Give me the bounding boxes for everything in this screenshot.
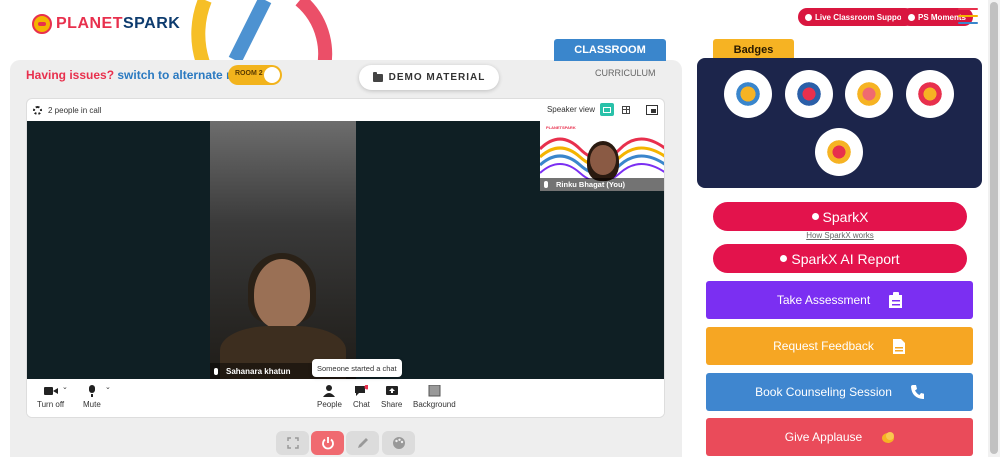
- main-video-tile[interactable]: Sahanara khatun: [210, 121, 356, 379]
- people-button[interactable]: People: [317, 385, 342, 409]
- camera-icon: [43, 387, 58, 395]
- tab-curriculum[interactable]: CURRICULUM: [595, 68, 656, 78]
- picture-in-picture-icon[interactable]: [646, 104, 658, 115]
- palette-icon: [392, 437, 405, 449]
- mic-icon: [214, 367, 218, 375]
- phone-icon: [910, 385, 924, 399]
- self-participant-name: Rinku Bhagat (You): [540, 178, 664, 191]
- star-performer-badge-icon[interactable]: [845, 70, 893, 118]
- trophy-badge-icon[interactable]: [724, 70, 772, 118]
- demo-material-button[interactable]: DEMO MATERIAL: [359, 65, 499, 90]
- live-classroom-support-button[interactable]: Live Classroom Support: [798, 8, 915, 26]
- people-icon: [323, 385, 336, 397]
- demo-material-label: DEMO MATERIAL: [388, 72, 486, 83]
- logo-text-spark: SPARK: [123, 15, 181, 32]
- chat-started-toast: Someone started a chat: [312, 359, 402, 377]
- take-assessment-button[interactable]: Take Assessment: [706, 281, 973, 319]
- having-issues-text: Having issues? switch to alternate room: [26, 68, 256, 82]
- mute-button[interactable]: Mute: [83, 385, 101, 409]
- sparkx-button[interactable]: SparkX: [713, 202, 967, 231]
- menu-icon[interactable]: [958, 8, 978, 24]
- sparkx-icon: [811, 213, 819, 220]
- chat-icon: [355, 385, 369, 396]
- video-area: Sahanara khatun PLANETSPARK Rinku Bhagat…: [27, 121, 664, 379]
- folder-icon: [372, 71, 383, 82]
- fullscreen-icon: [286, 437, 299, 449]
- self-video-tile[interactable]: PLANETSPARK Rinku Bhagat (You): [540, 121, 664, 191]
- live-support-label: Live Classroom Support: [815, 12, 908, 22]
- book-counseling-session-button[interactable]: Book Counseling Session: [706, 373, 973, 411]
- brain-badge-icon[interactable]: [815, 128, 863, 176]
- share-button[interactable]: Share: [381, 385, 402, 409]
- grid-icon: [622, 105, 630, 114]
- annotate-button[interactable]: [346, 431, 379, 455]
- document-icon: [892, 339, 905, 354]
- how-sparkx-works-link[interactable]: How SparkX works: [713, 231, 967, 240]
- room-toggle[interactable]: ROOM 2: [228, 65, 282, 85]
- room-toggle-label: ROOM 2: [235, 70, 263, 77]
- sparkx-ai-report-button[interactable]: SparkX AI Report: [713, 244, 967, 273]
- pencil-icon: [357, 438, 368, 448]
- call-toolbar: Turn off ⌄ Mute ⌄ People Chat Share Back…: [27, 379, 664, 417]
- sparkx-icon: [780, 255, 788, 262]
- background-icon: [428, 385, 441, 397]
- planetspark-logo[interactable]: PLANETSPARK: [32, 14, 180, 34]
- support-icon: [805, 13, 812, 21]
- chat-button[interactable]: Chat: [353, 385, 370, 409]
- leave-call-button[interactable]: [311, 431, 344, 455]
- call-header: 2 people in call Speaker view: [27, 99, 664, 121]
- gear-icon[interactable]: [33, 105, 42, 115]
- turn-off-camera-button[interactable]: Turn off: [37, 385, 64, 409]
- share-screen-icon: [385, 386, 398, 395]
- chevron-down-icon[interactable]: ⌄: [62, 383, 68, 391]
- logo-mascot-icon: [32, 14, 52, 34]
- speaker-view-label: Speaker view: [546, 105, 595, 114]
- give-applause-button[interactable]: Give Applause: [706, 418, 973, 456]
- badges-panel: [697, 58, 982, 188]
- people-in-call-text: 2 people in call: [48, 105, 102, 115]
- microphone-icon: [88, 385, 95, 397]
- mic-icon: [544, 181, 548, 188]
- clap-icon: [882, 432, 895, 443]
- clipboard-icon: [889, 292, 903, 308]
- chevron-down-icon[interactable]: ⌄: [105, 383, 111, 391]
- power-icon: [321, 437, 334, 450]
- request-feedback-button[interactable]: Request Feedback: [706, 327, 973, 365]
- idea-badge-icon[interactable]: [906, 70, 954, 118]
- logo-text-planet: PLANET: [56, 15, 123, 32]
- issues-label: Having issues?: [26, 68, 115, 82]
- grid-view-button[interactable]: [619, 103, 633, 116]
- moments-icon: [908, 13, 915, 21]
- tab-classroom[interactable]: CLASSROOM: [554, 39, 666, 61]
- scrollbar-thumb[interactable]: [990, 2, 998, 454]
- hands-up-badge-icon[interactable]: [785, 70, 833, 118]
- palette-button[interactable]: [382, 431, 415, 455]
- toggle-knob: [264, 67, 280, 83]
- fullscreen-button[interactable]: [276, 431, 309, 455]
- background-button[interactable]: Background: [413, 385, 456, 409]
- page-scrollbar[interactable]: [988, 0, 1000, 457]
- speaker-view-button[interactable]: [600, 103, 614, 116]
